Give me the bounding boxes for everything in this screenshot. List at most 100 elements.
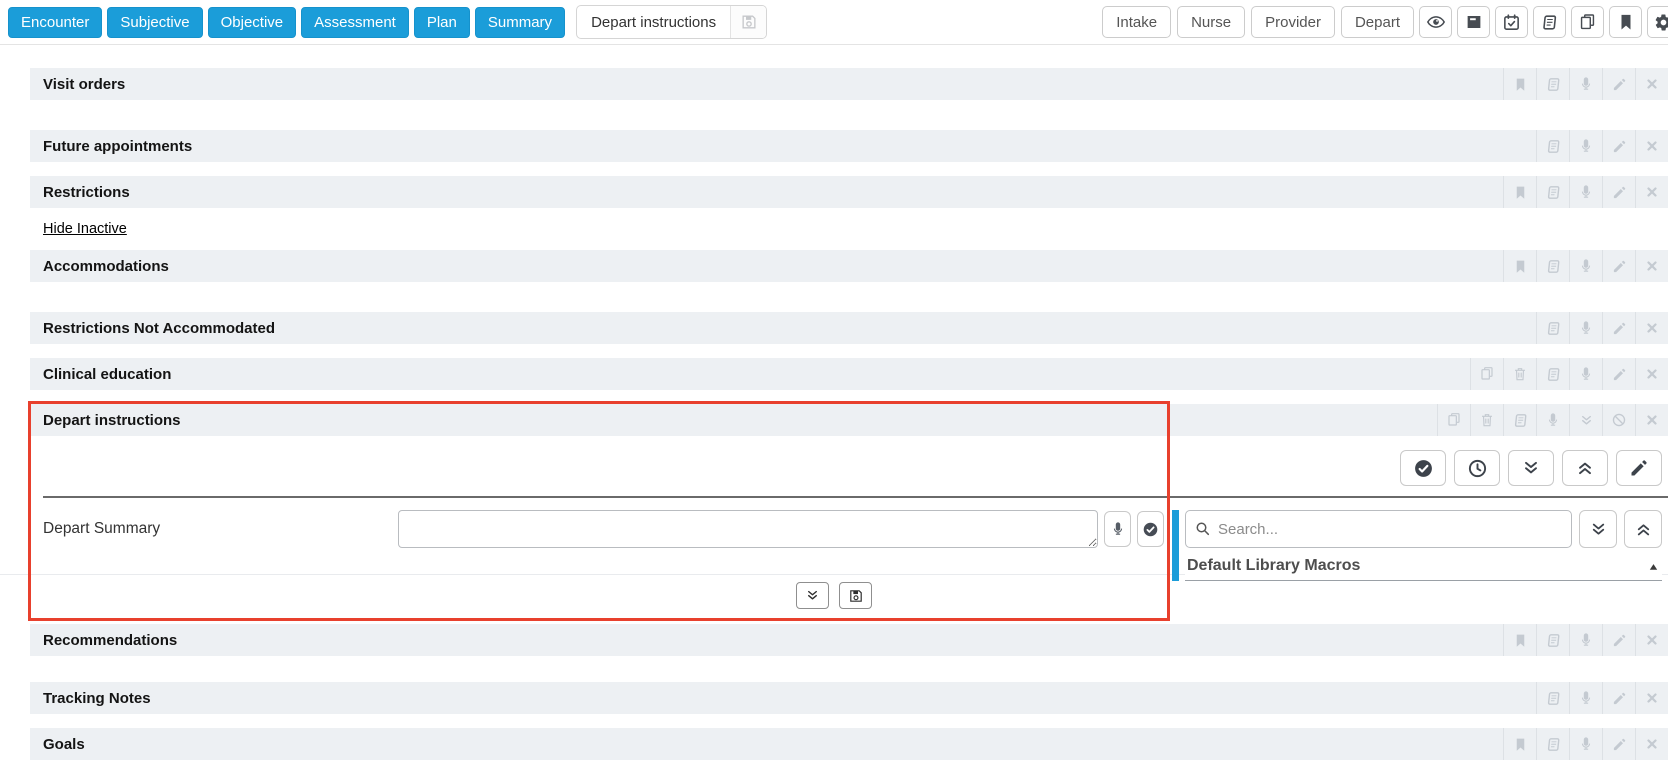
stage-button-intake[interactable]: Intake — [1102, 6, 1172, 38]
collapse-macros-button[interactable] — [1624, 510, 1662, 548]
bookmark-icon[interactable] — [1503, 250, 1536, 282]
microphone-icon[interactable] — [1569, 130, 1602, 162]
close-icon[interactable] — [1635, 682, 1668, 714]
collapse-all-button[interactable] — [1562, 450, 1608, 486]
book-icon[interactable] — [1536, 176, 1569, 208]
pencil-icon[interactable] — [1602, 130, 1635, 162]
show-more-button[interactable] — [796, 582, 829, 609]
microphone-icon[interactable] — [1569, 250, 1602, 282]
close-icon[interactable] — [1635, 176, 1668, 208]
section-row-visit-orders[interactable]: Visit orders — [30, 68, 1668, 100]
ban-icon[interactable] — [1602, 404, 1635, 436]
book-icon[interactable] — [1536, 728, 1569, 760]
section-actions — [1470, 358, 1668, 390]
nav-button-summary[interactable]: Summary — [474, 6, 566, 38]
copy-icon[interactable] — [1437, 404, 1470, 436]
bookmark-icon[interactable] — [1503, 624, 1536, 656]
nav-button-encounter[interactable]: Encounter — [8, 6, 103, 38]
pencil-icon[interactable] — [1602, 358, 1635, 390]
expand-macros-button[interactable] — [1579, 510, 1617, 548]
pencil-icon[interactable] — [1602, 176, 1635, 208]
section-row-recommendations[interactable]: Recommendations — [30, 624, 1668, 656]
appointments-button[interactable] — [1495, 6, 1528, 38]
save-section-button[interactable] — [839, 582, 872, 609]
section-actions — [1437, 404, 1668, 436]
nav-button-objective[interactable]: Objective — [207, 6, 297, 38]
close-icon[interactable] — [1635, 624, 1668, 656]
pencil-icon[interactable] — [1602, 250, 1635, 282]
microphone-icon[interactable] — [1569, 176, 1602, 208]
macros-group-header[interactable]: Default Library Macros — [1185, 550, 1662, 581]
section-row-clinical-education[interactable]: Clinical education — [30, 358, 1668, 390]
stage-button-nurse[interactable]: Nurse — [1177, 6, 1246, 38]
trash-icon[interactable] — [1470, 404, 1503, 436]
section-row-depart-instructions[interactable]: Depart instructions — [30, 404, 1668, 436]
chevrons-down-icon[interactable] — [1569, 404, 1602, 436]
close-icon[interactable] — [1635, 404, 1668, 436]
section-row-tracking-notes[interactable]: Tracking Notes — [30, 682, 1668, 714]
section-row-restrictions-not-accommodated[interactable]: Restrictions Not Accommodated — [30, 312, 1668, 344]
book-icon[interactable] — [1536, 250, 1569, 282]
section-row-future-appointments[interactable]: Future appointments — [30, 130, 1668, 162]
hide-inactive-link[interactable]: Hide Inactive — [43, 221, 127, 237]
pencil-icon[interactable] — [1602, 312, 1635, 344]
library-button[interactable] — [1533, 6, 1566, 38]
preview-button[interactable] — [1419, 6, 1452, 38]
depart-action-buttons — [0, 436, 1668, 496]
pencil-icon[interactable] — [1602, 624, 1635, 656]
close-icon[interactable] — [1635, 728, 1668, 760]
pencil-icon[interactable] — [1602, 728, 1635, 760]
book-icon[interactable] — [1503, 404, 1536, 436]
bookmark-icon[interactable] — [1503, 176, 1536, 208]
save-icon-button[interactable] — [730, 6, 767, 38]
microphone-icon[interactable] — [1569, 358, 1602, 390]
chevrons-down-icon — [1521, 458, 1541, 478]
microphone-icon[interactable] — [1569, 68, 1602, 100]
nav-button-plan[interactable]: Plan — [413, 6, 470, 38]
confirm-button[interactable] — [1137, 511, 1164, 547]
book-icon[interactable] — [1536, 68, 1569, 100]
close-icon[interactable] — [1635, 358, 1668, 390]
pencil-icon[interactable] — [1602, 68, 1635, 100]
section-row-restrictions[interactable]: Restrictions — [30, 176, 1668, 208]
bookmarks-button[interactable] — [1609, 6, 1642, 38]
book-icon[interactable] — [1536, 312, 1569, 344]
nav-button-assessment[interactable]: Assessment — [301, 6, 409, 38]
copy-note-button[interactable] — [1571, 6, 1604, 38]
pencil-icon[interactable] — [1602, 682, 1635, 714]
bookmark-icon[interactable] — [1503, 68, 1536, 100]
expand-all-button[interactable] — [1508, 450, 1554, 486]
dictate-button[interactable] — [1104, 511, 1131, 547]
depart-summary-input[interactable] — [398, 510, 1098, 548]
edit-button[interactable] — [1616, 450, 1662, 486]
close-icon[interactable] — [1635, 250, 1668, 282]
close-icon[interactable] — [1635, 312, 1668, 344]
section-row-goals[interactable]: Goals — [30, 728, 1668, 760]
book-icon[interactable] — [1536, 358, 1569, 390]
depart-instructions-panel: Depart Summary Search... Default Library… — [0, 436, 1668, 616]
microphone-icon[interactable] — [1569, 728, 1602, 760]
close-icon[interactable] — [1635, 68, 1668, 100]
depart-panel-footer — [0, 575, 1668, 616]
close-icon[interactable] — [1635, 130, 1668, 162]
microphone-icon[interactable] — [1569, 682, 1602, 714]
microphone-icon[interactable] — [1536, 404, 1569, 436]
book-icon[interactable] — [1536, 130, 1569, 162]
bookmark-icon[interactable] — [1503, 728, 1536, 760]
section-row-accommodations[interactable]: Accommodations — [30, 250, 1668, 282]
mark-complete-button[interactable] — [1400, 450, 1446, 486]
microphone-icon[interactable] — [1569, 624, 1602, 656]
trash-icon[interactable] — [1503, 358, 1536, 390]
copy-icon[interactable] — [1470, 358, 1503, 390]
microphone-icon[interactable] — [1569, 312, 1602, 344]
stage-button-provider[interactable]: Provider — [1251, 6, 1335, 38]
hide-inactive-container: Hide Inactive — [43, 221, 1668, 237]
book-icon[interactable] — [1536, 682, 1569, 714]
book-icon[interactable] — [1536, 624, 1569, 656]
history-button[interactable] — [1454, 450, 1500, 486]
archive-button[interactable] — [1457, 6, 1490, 38]
settings-button[interactable] — [1647, 6, 1668, 38]
stage-button-depart[interactable]: Depart — [1340, 6, 1414, 38]
nav-button-subjective[interactable]: Subjective — [107, 6, 203, 38]
macros-search-input[interactable] — [1185, 510, 1572, 548]
